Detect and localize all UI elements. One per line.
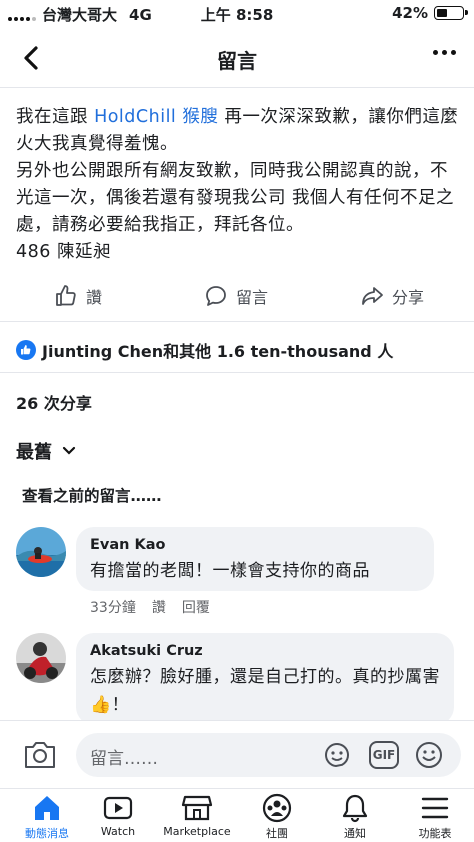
status-right: 42% bbox=[392, 4, 468, 22]
comment-icon bbox=[206, 286, 226, 306]
comment-label: 留言 bbox=[236, 288, 269, 307]
comment-composer: 留言…… GIF bbox=[0, 720, 474, 788]
menu-icon bbox=[421, 797, 449, 819]
share-label: 分享 bbox=[392, 288, 425, 307]
share-button[interactable]: 分享 bbox=[360, 284, 424, 308]
post-text-apology: 另外也公開跟所有網友致歉，同時我公開認真的說，不光這一次，偶後若還有發現我公司 … bbox=[16, 161, 455, 235]
more-options-icon[interactable] bbox=[433, 50, 456, 55]
bell-icon bbox=[342, 794, 368, 823]
page-title: 留言 bbox=[217, 49, 257, 73]
avatar[interactable] bbox=[16, 633, 66, 683]
tab-label: Marketplace bbox=[163, 825, 231, 838]
home-icon bbox=[35, 796, 59, 820]
header: 留言 bbox=[0, 30, 474, 88]
like-reaction-icon bbox=[16, 340, 36, 360]
chevron-down-icon bbox=[62, 446, 76, 455]
reactions-text: Jiunting Chen和其他 1.6 ten-thousand 人 bbox=[42, 342, 394, 361]
gif-label: GIF bbox=[372, 748, 396, 762]
comment-author[interactable]: Evan Kao bbox=[90, 537, 420, 553]
divider bbox=[0, 372, 474, 373]
comment-bubble: Akatsuki Cruz 怎麼辦？臉好腫，還是自己打的。真的抄厲害👍！ bbox=[76, 633, 454, 725]
tab-label: 功能表 bbox=[418, 827, 452, 840]
post-actions: 讚 留言 分享 bbox=[0, 274, 474, 322]
post-body: 我在這跟 HoldChill 猴膄 再一次深深致歉，讓你們這麼火大我真覺得羞愧。… bbox=[16, 104, 462, 266]
bottom-tab-bar: 動態消息 Watch Marketplace 社團 通知 功能表 bbox=[0, 788, 474, 842]
sticker-icon[interactable] bbox=[322, 741, 352, 769]
gif-icon[interactable]: GIF bbox=[369, 741, 399, 769]
watch-icon bbox=[103, 796, 133, 820]
tab-label: Watch bbox=[100, 825, 136, 838]
share-count[interactable]: 26 次分享 bbox=[16, 390, 92, 414]
comment-reply-button[interactable]: 回覆 bbox=[182, 597, 210, 617]
comment-text: 怎麼辦？臉好腫，還是自己打的。真的抄厲害👍！ bbox=[90, 667, 440, 715]
sort-label: 最舊 bbox=[16, 442, 52, 463]
like-button[interactable]: 讚 bbox=[54, 284, 102, 308]
comment-time: 33分鐘 bbox=[90, 600, 136, 616]
comment-meta: 33分鐘 讚 回覆 bbox=[90, 597, 210, 617]
post-text-intro: 我在這跟 bbox=[16, 107, 95, 127]
comment-text: 有擔當的老闆！一樣會支持你的商品 bbox=[90, 561, 370, 581]
tab-menu[interactable]: 功能表 bbox=[388, 793, 474, 841]
thumbs-up-icon bbox=[56, 285, 76, 306]
emoji-icon[interactable] bbox=[414, 740, 444, 770]
mentioned-page-link[interactable]: HoldChill 猴膄 bbox=[94, 107, 218, 127]
camera-icon[interactable] bbox=[22, 739, 58, 771]
comment-input[interactable]: 留言…… GIF bbox=[76, 733, 461, 777]
comment-like-button[interactable]: 讚 bbox=[152, 597, 166, 617]
battery-icon bbox=[434, 6, 468, 20]
marketplace-icon bbox=[181, 795, 213, 821]
like-label: 讚 bbox=[86, 288, 103, 307]
avatar[interactable] bbox=[16, 527, 66, 577]
tab-label: 社團 bbox=[266, 827, 288, 840]
comment-author[interactable]: Akatsuki Cruz bbox=[90, 643, 440, 659]
view-previous-comments-link[interactable]: 查看之前的留言…… bbox=[22, 484, 162, 506]
comment-bubble: Evan Kao 有擔當的老闆！一樣會支持你的商品 bbox=[76, 527, 434, 591]
groups-icon bbox=[262, 793, 292, 823]
share-arrow-icon bbox=[362, 287, 383, 305]
comment-button[interactable]: 留言 bbox=[204, 284, 268, 308]
status-bar: 台灣大哥大 4G 上午 8:58 42% bbox=[0, 0, 474, 26]
comment-input-placeholder: 留言…… bbox=[90, 749, 158, 769]
comment-sort-dropdown[interactable]: 最舊 bbox=[16, 438, 76, 464]
tab-label: 動態消息 bbox=[25, 827, 69, 840]
tab-label: 通知 bbox=[344, 827, 366, 840]
battery-percent: 42% bbox=[392, 4, 428, 22]
reactions-summary[interactable]: Jiunting Chen和其他 1.6 ten-thousand 人 bbox=[16, 338, 393, 362]
post-signature: 486 陳延昶 bbox=[16, 242, 111, 262]
